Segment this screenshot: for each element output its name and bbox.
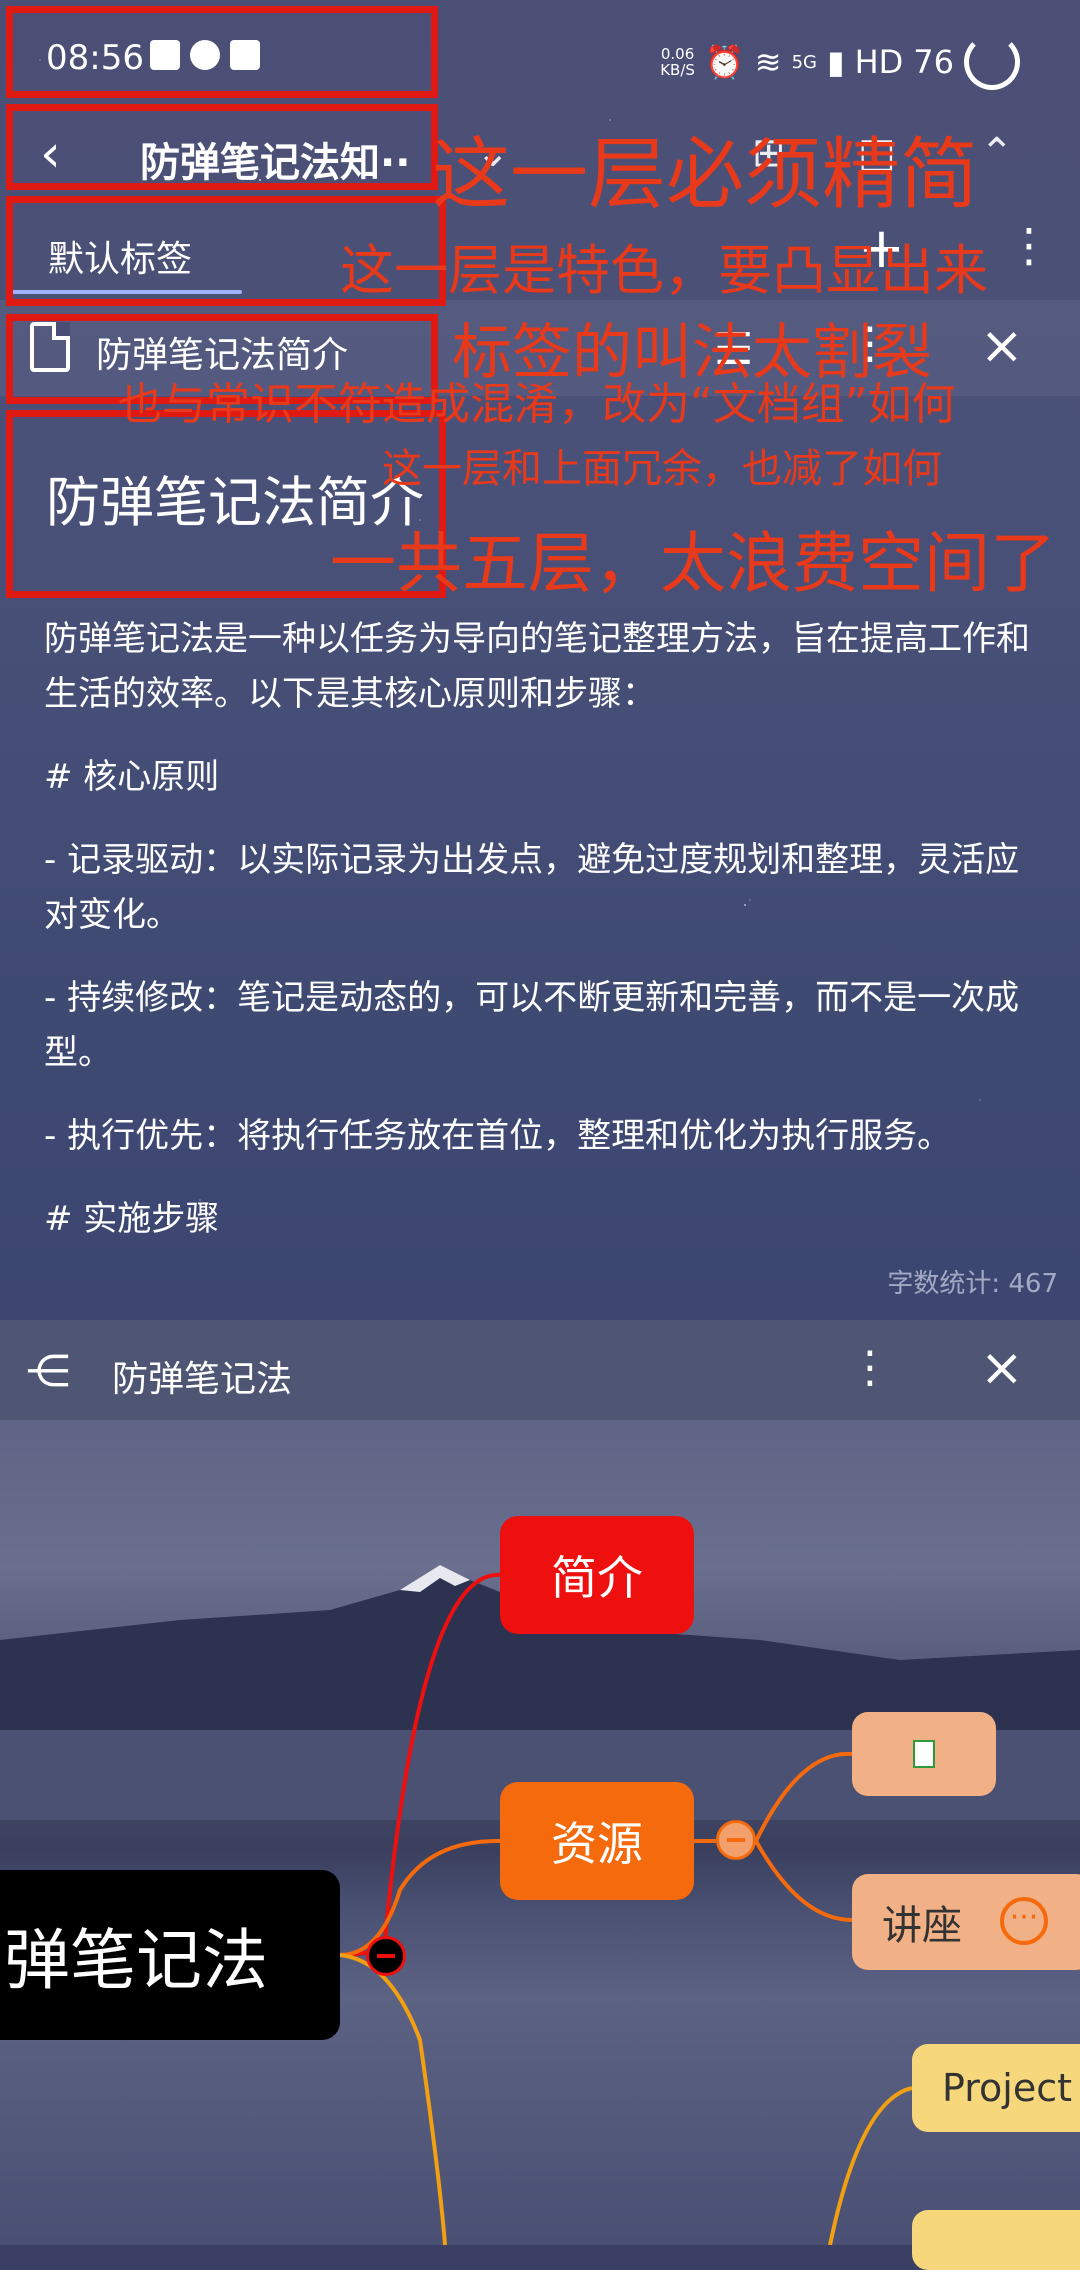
net-speed-unit: KB/S (660, 61, 695, 79)
heading: # 核心原则 (44, 757, 220, 797)
paragraph: - 持续修改：笔记是动态的，可以不断更新和完善，而不是一次成型。 (44, 978, 1020, 1073)
mindmap-node-partial[interactable] (912, 2210, 1080, 2270)
close-icon[interactable]: × (980, 316, 1024, 376)
annotation-note: 这一层和上面冗余，也减了如何 (382, 446, 942, 492)
collapse-toggle-ziyuan[interactable] (716, 1820, 756, 1860)
node-label: Project (942, 2066, 1073, 2110)
paragraph: - 执行优先：将执行任务放在首位，整理和优化为执行服务。 (44, 1116, 952, 1156)
annotation-note: 这一层是特色，要凸显出来 (340, 239, 988, 302)
annotation-note: 一共五层，太浪费空间了 (330, 525, 1056, 602)
file-icon (913, 1740, 935, 1768)
alarm-icon: ⏰ (704, 43, 745, 81)
collapse-toggle-root[interactable] (366, 1936, 406, 1976)
node-label: 简介 (551, 1551, 643, 1605)
more-icon[interactable]: ⋮ (1006, 218, 1052, 272)
battery-ring-icon (964, 34, 1020, 90)
mindmap-node-jianjie[interactable]: 简介 (500, 1516, 694, 1634)
annotation-note: 也与常识不符造成混淆，改为“文档组”如何 (118, 379, 956, 430)
mindmap-header-label[interactable]: 防弹笔记法 (112, 1350, 292, 1402)
close-icon[interactable]: × (980, 1338, 1024, 1398)
mindmap-node-ziyuan[interactable]: 资源 (500, 1782, 694, 1900)
network-type: 5G (791, 51, 817, 73)
net-speed: 0.06 KB/S (660, 46, 695, 78)
annotation-note: 这一层必须精简 (432, 130, 979, 220)
chevron-up-icon[interactable]: ⌃ (980, 130, 1014, 176)
paragraph: 防弹笔记法是一种以任务为导向的笔记整理方法，旨在提高工作和生活的效率。以下是其核… (44, 619, 1030, 714)
mindmap-node-file[interactable] (852, 1712, 996, 1796)
annotation-box-status (6, 6, 438, 98)
node-label: 讲座 (882, 1903, 962, 1949)
status-right: 0.06 KB/S ⏰ ≋ 5G ▮ HD 76 (660, 34, 1020, 90)
mindmap-icon: ⋲ (26, 1346, 70, 1397)
wifi-icon: ≋ (754, 43, 782, 81)
mindmap-root-node[interactable]: 弹笔记法 (0, 1870, 340, 2040)
more-icon[interactable]: ⋮ (848, 1342, 892, 1393)
paragraph: - 记录驱动：以实际记录为出发点，避免过度规划和整理，灵活应对变化。 (44, 840, 1020, 935)
hd-badge: HD (854, 43, 904, 81)
battery-level: 76 (913, 43, 954, 81)
root-label: 弹笔记法 (4, 1922, 268, 1999)
mindmap-header: ⋲ 防弹笔记法 ⋮ × (0, 1320, 1080, 1420)
mindmap-node-project[interactable]: Project (912, 2044, 1080, 2132)
signal-icon: ▮ (826, 43, 845, 81)
heading: # 实施步骤 (44, 1199, 220, 1239)
net-speed-value: 0.06 (660, 45, 695, 63)
annotation-box-nav (6, 104, 438, 190)
word-count: 字数统计: 467 (887, 1269, 1058, 1299)
document-body[interactable]: 防弹笔记法是一种以任务为导向的笔记整理方法，旨在提高工作和生活的效率。以下是其核… (44, 612, 1044, 1275)
more-options-icon[interactable]: ··· (1000, 1897, 1048, 1945)
node-label: 资源 (551, 1817, 643, 1871)
